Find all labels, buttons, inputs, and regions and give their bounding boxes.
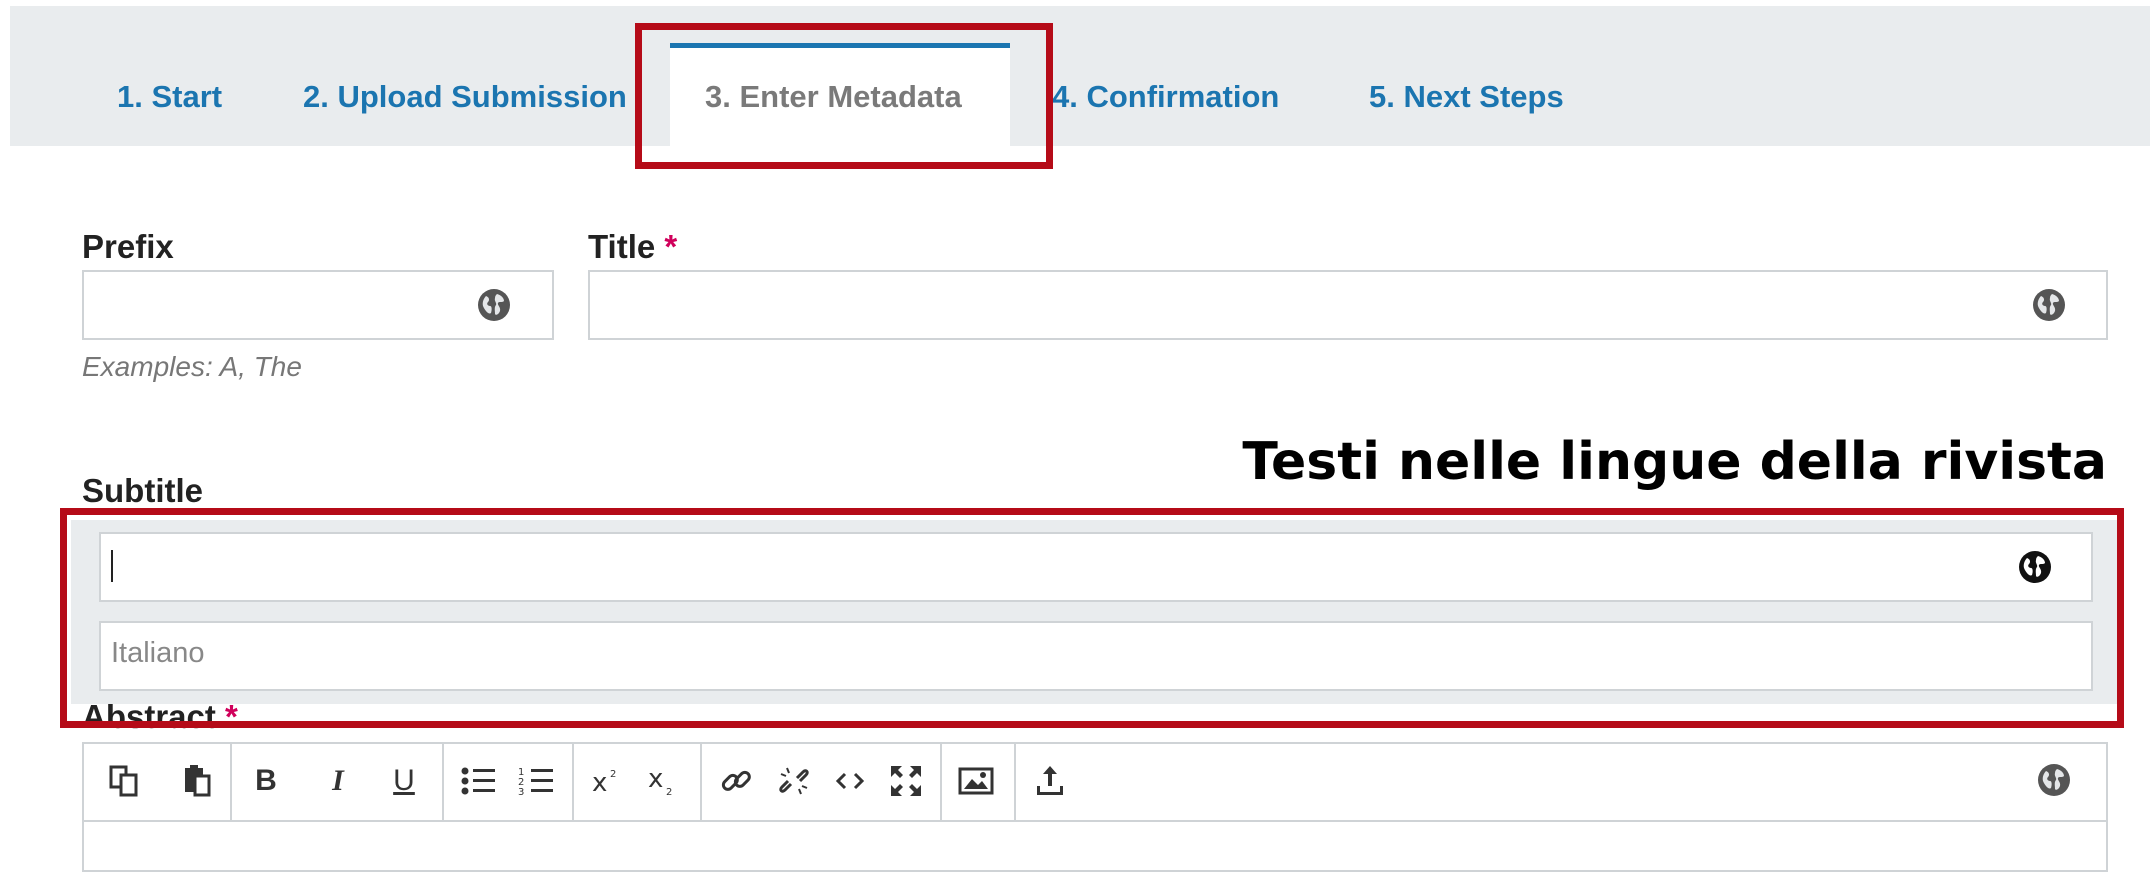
fullscreen-icon[interactable] — [878, 752, 934, 810]
annotation-text: Testi nelle lingue della rivista — [1242, 432, 2107, 492]
svg-text:x: x — [592, 768, 607, 797]
svg-text:2: 2 — [610, 769, 616, 780]
svg-text:3: 3 — [518, 787, 524, 797]
title-label: Title * — [588, 228, 677, 266]
editor-toolbar: B I U 123 x2 x2 — [84, 744, 2106, 822]
subscript-icon[interactable]: x2 — [636, 752, 692, 810]
superscript-icon[interactable]: x2 — [580, 752, 636, 810]
image-icon[interactable] — [948, 752, 1004, 810]
wizard-tabs-bar — [10, 6, 2150, 146]
numbered-list-icon[interactable]: 123 — [508, 752, 564, 810]
globe-icon[interactable] — [2031, 287, 2067, 323]
globe-icon[interactable] — [476, 287, 512, 323]
prefix-label: Prefix — [82, 228, 174, 265]
tab-highlight-box — [635, 23, 1053, 169]
bulleted-list-icon[interactable] — [450, 752, 506, 810]
toolbar-separator — [230, 744, 232, 820]
required-marker: * — [664, 228, 678, 265]
title-label-text: Title — [588, 228, 656, 265]
tab-next-steps[interactable]: 5. Next Steps — [1369, 81, 1564, 112]
svg-text:2: 2 — [666, 787, 672, 797]
italic-icon[interactable]: I — [310, 752, 366, 810]
tab-start[interactable]: 1. Start — [117, 81, 222, 112]
copy-icon[interactable] — [96, 752, 152, 810]
svg-text:x: x — [648, 765, 663, 794]
abstract-editor[interactable]: B I U 123 x2 x2 — [82, 742, 2108, 872]
link-icon[interactable] — [708, 752, 764, 810]
bold-icon[interactable]: B — [238, 752, 294, 810]
toolbar-separator — [940, 744, 942, 820]
toolbar-separator — [1014, 744, 1016, 820]
code-icon[interactable] — [822, 752, 878, 810]
toolbar-separator — [442, 744, 444, 820]
tab-upload-submission[interactable]: 2. Upload Submission — [303, 81, 627, 112]
globe-icon[interactable] — [2036, 762, 2072, 798]
toolbar-separator — [700, 744, 702, 820]
prefix-hint: Examples: A, The — [82, 351, 302, 382]
tab-confirmation[interactable]: 4. Confirmation — [1052, 81, 1279, 112]
title-input[interactable] — [588, 270, 2108, 340]
subtitle-highlight-box — [60, 508, 2124, 728]
toolbar-separator — [572, 744, 574, 820]
paste-icon[interactable] — [170, 752, 226, 810]
prefix-input[interactable] — [82, 270, 554, 340]
unlink-icon[interactable] — [766, 752, 822, 810]
subtitle-label: Subtitle — [82, 472, 203, 509]
upload-icon[interactable] — [1022, 752, 1078, 810]
underline-icon[interactable]: U — [376, 752, 432, 810]
